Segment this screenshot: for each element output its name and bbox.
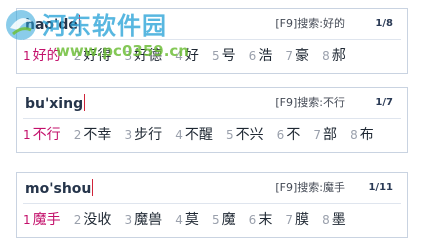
- candidate-list: 1 好的 2 好得 3 好德 4好 5号 6浩 7豪 8郝: [23, 46, 354, 65]
- page-indicator: 1/7: [375, 97, 393, 108]
- candidate-item[interactable]: 2 没收: [74, 210, 112, 229]
- f9-search-hint[interactable]: [F9]搜索:魔手: [275, 181, 345, 195]
- divider: [23, 203, 401, 204]
- pinyin-input[interactable]: hao'de: [25, 15, 80, 34]
- candidate-item[interactable]: 6浩: [249, 46, 273, 65]
- divider: [23, 118, 401, 119]
- candidate-item[interactable]: 2 不幸: [74, 125, 112, 144]
- pinyin-composition-row: hao'de [F9]搜索:好的 1/8: [17, 9, 407, 39]
- candidate-item[interactable]: 1 魔手: [23, 210, 61, 229]
- candidate-item[interactable]: 2 好得: [74, 46, 112, 65]
- candidate-item[interactable]: 7部: [313, 125, 337, 144]
- candidate-item[interactable]: 8布: [350, 125, 374, 144]
- candidate-item[interactable]: 3 步行: [124, 125, 162, 144]
- candidate-item[interactable]: 1 不行: [23, 125, 61, 144]
- candidate-item[interactable]: 4 不醒: [175, 125, 213, 144]
- candidate-item[interactable]: 5 不兴: [226, 125, 264, 144]
- pinyin-composition-row: bu'xing [F9]搜索:不行 1/7: [17, 88, 407, 118]
- text-caret: [84, 94, 86, 111]
- candidate-item[interactable]: 5号: [212, 46, 236, 65]
- f9-search-hint[interactable]: [F9]搜索:不行: [275, 96, 345, 110]
- divider: [23, 39, 401, 40]
- candidate-list: 1 魔手 2 没收 3 魔兽 4莫 5魔 6末 7膜 8墨: [23, 210, 354, 229]
- candidate-item[interactable]: 3 好德: [124, 46, 162, 65]
- candidate-item[interactable]: 7豪: [285, 46, 309, 65]
- ime-candidate-panel-3: mo'shou [F9]搜索:魔手 1/11 1 魔手 2 没收 3 魔兽 4莫 5魔…: [16, 172, 408, 238]
- pinyin-composition-row: mo'shou [F9]搜索:魔手 1/11: [17, 173, 407, 203]
- candidate-item[interactable]: 3 魔兽: [124, 210, 162, 229]
- page-indicator: 1/8: [375, 18, 393, 29]
- page-indicator: 1/11: [368, 182, 393, 193]
- ime-candidate-panel-1: hao'de [F9]搜索:好的 1/8 1 好的 2 好得 3 好德 4好 5号 6…: [16, 8, 408, 74]
- candidate-item[interactable]: 8墨: [322, 210, 346, 229]
- candidate-item[interactable]: 1 好的: [23, 46, 61, 65]
- candidate-item[interactable]: 4莫: [175, 210, 199, 229]
- text-caret: [78, 15, 80, 32]
- candidate-item[interactable]: 5魔: [212, 210, 236, 229]
- f9-search-hint[interactable]: [F9]搜索:好的: [275, 17, 345, 31]
- ime-candidate-panel-2: bu'xing [F9]搜索:不行 1/7 1 不行 2 不幸 3 步行 4 不醒 5不…: [16, 87, 408, 153]
- candidate-item[interactable]: 7膜: [285, 210, 309, 229]
- pinyin-input[interactable]: bu'xing: [25, 94, 86, 113]
- candidate-item[interactable]: 4好: [175, 46, 199, 65]
- text-caret: [92, 179, 94, 196]
- candidate-item[interactable]: 6不: [277, 125, 301, 144]
- candidate-item[interactable]: 6末: [249, 210, 273, 229]
- candidate-list: 1 不行 2 不幸 3 步行 4 不醒 5 不兴 6不 7部 8布: [23, 125, 382, 144]
- candidate-item[interactable]: 8郝: [322, 46, 346, 65]
- pinyin-input[interactable]: mo'shou: [25, 179, 94, 198]
